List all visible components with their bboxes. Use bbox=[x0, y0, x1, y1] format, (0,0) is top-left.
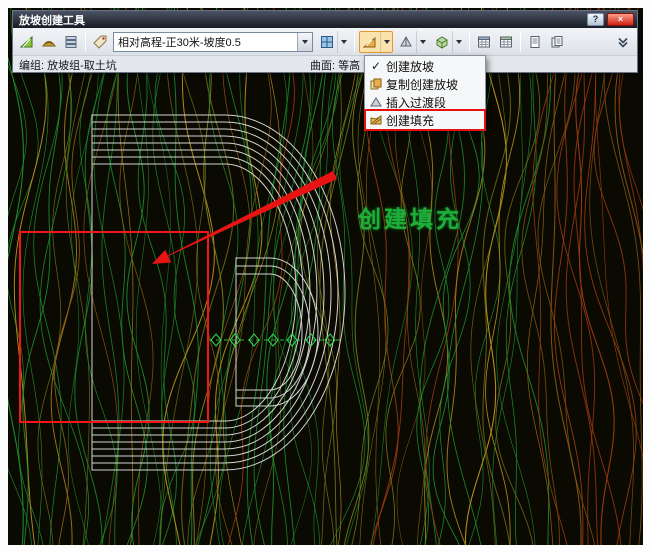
copy-grading-icon bbox=[366, 77, 386, 91]
create-grading-button[interactable] bbox=[360, 31, 380, 53]
menu-item-label: 插入过渡段 bbox=[386, 94, 446, 111]
selection-rectangle bbox=[20, 232, 208, 422]
terrain-canvas[interactable] bbox=[8, 8, 643, 545]
menu-item-copy-create-grading[interactable]: 复制创建放坡 bbox=[366, 75, 484, 93]
criteria-combobox[interactable]: 相对高程-正30米-坡度0.5 bbox=[113, 32, 313, 52]
layers-icon bbox=[63, 34, 79, 50]
edit-grading-splitbutton[interactable] bbox=[395, 31, 429, 53]
select-criteria-button[interactable] bbox=[89, 31, 111, 53]
criteria-tag-icon bbox=[92, 34, 108, 50]
check-icon: ✓ bbox=[366, 59, 386, 73]
palette-title: 放坡创建工具 bbox=[19, 12, 584, 28]
menu-item-create-infill[interactable]: 创建填充 bbox=[366, 111, 484, 129]
caret-down-icon bbox=[302, 40, 308, 44]
menu-item-label: 复制创建放坡 bbox=[386, 76, 458, 93]
screenshot-root: 创建填充 放坡创建工具 ? × bbox=[0, 0, 651, 552]
caret-down-icon bbox=[420, 40, 426, 44]
palette-statusbar: 编组: 放坡组-取土坑 曲面: 等高 bbox=[13, 56, 637, 72]
grading-tools-palette: 放坡创建工具 ? × bbox=[12, 10, 638, 73]
grading-volume-button[interactable] bbox=[432, 31, 452, 53]
cad-viewport[interactable]: 创建填充 放坡创建工具 ? × bbox=[8, 8, 643, 545]
edit-grading-dropdown[interactable] bbox=[416, 31, 428, 53]
annotation-create-infill: 创建填充 bbox=[358, 200, 462, 234]
create-grading-dropdown[interactable] bbox=[380, 31, 392, 53]
surface-icon bbox=[41, 34, 57, 50]
contour-lines bbox=[8, 8, 643, 545]
infill-icon bbox=[366, 113, 386, 127]
grid-table-icon bbox=[476, 34, 492, 50]
expand-toolbar-button[interactable] bbox=[612, 31, 634, 53]
grid-table-green-icon bbox=[498, 34, 514, 50]
toolbar-separator bbox=[469, 32, 470, 52]
caret-down-icon bbox=[384, 40, 390, 44]
document-icon bbox=[527, 34, 543, 50]
group-properties-button[interactable] bbox=[524, 31, 546, 53]
toolbar-separator bbox=[354, 32, 355, 52]
create-grading-menu: ✓ 创建放坡 复制创建放坡 插入过渡段 创建填充 bbox=[364, 55, 486, 131]
grading-volume-splitbutton[interactable] bbox=[431, 31, 465, 53]
caret-down-icon bbox=[456, 40, 462, 44]
help-button[interactable]: ? bbox=[587, 13, 604, 26]
menu-item-insert-transition[interactable]: 插入过渡段 bbox=[366, 93, 484, 111]
criteria-set-button[interactable] bbox=[60, 31, 82, 53]
toolbar-separator bbox=[520, 32, 521, 52]
close-button[interactable]: × bbox=[607, 13, 634, 26]
menu-item-create-grading[interactable]: ✓ 创建放坡 bbox=[366, 57, 484, 75]
group-label: 编组: 放坡组-取土坑 bbox=[19, 60, 117, 72]
criteria-value: 相对高程-正30米-坡度0.5 bbox=[114, 34, 297, 50]
documents-copy-icon bbox=[549, 34, 565, 50]
grading-volume-dropdown[interactable] bbox=[452, 31, 464, 53]
grading-group-icon bbox=[19, 34, 35, 50]
toolbar-separator bbox=[85, 32, 86, 52]
double-chevron-down-icon bbox=[615, 34, 631, 50]
edit-grading-icon bbox=[398, 34, 414, 50]
caret-down-icon bbox=[341, 40, 347, 44]
grading-properties-button[interactable] bbox=[546, 31, 568, 53]
elevation-editor-button[interactable] bbox=[495, 31, 517, 53]
palette-titlebar[interactable]: 放坡创建工具 ? × bbox=[13, 11, 637, 28]
elevation-target-button[interactable] bbox=[317, 31, 337, 53]
transition-icon bbox=[366, 95, 386, 109]
elevation-target-icon bbox=[319, 34, 335, 50]
combo-dropdown-button[interactable] bbox=[297, 33, 312, 51]
edit-grading-button[interactable] bbox=[396, 31, 416, 53]
set-grading-group-button[interactable] bbox=[16, 31, 38, 53]
volume-box-icon bbox=[434, 34, 450, 50]
menu-item-label: 创建填充 bbox=[386, 112, 434, 129]
menu-item-label: 创建放坡 bbox=[386, 58, 434, 75]
set-target-surface-button[interactable] bbox=[38, 31, 60, 53]
road-polylines bbox=[92, 115, 345, 470]
grading-editor-button[interactable] bbox=[473, 31, 495, 53]
create-grading-splitbutton[interactable] bbox=[359, 31, 393, 53]
elevation-target-dropdown[interactable] bbox=[337, 31, 349, 53]
create-grading-icon bbox=[362, 34, 378, 50]
surface-label: 曲面: 等高 bbox=[310, 57, 360, 73]
palette-toolbar: 相对高程-正30米-坡度0.5 bbox=[13, 28, 637, 56]
elevation-target-splitbutton[interactable] bbox=[316, 31, 350, 53]
annotation-arrow bbox=[152, 171, 337, 264]
